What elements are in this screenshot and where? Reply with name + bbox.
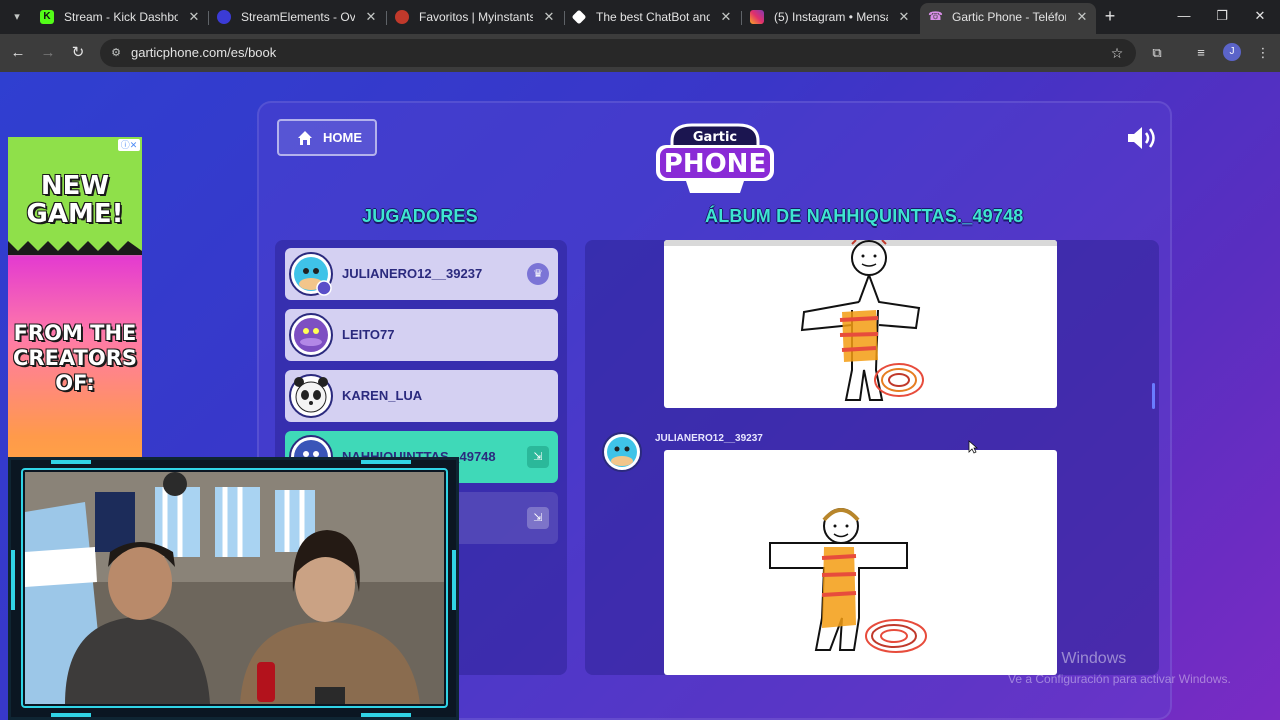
player-avatar bbox=[289, 313, 333, 357]
forward-icon[interactable]: → bbox=[38, 43, 58, 63]
tab-chatbot[interactable]: The best ChatBot and Wid ✕ bbox=[564, 4, 740, 30]
ad-text-2: CREATORS bbox=[12, 346, 138, 370]
tab-title: StreamElements - Overlays bbox=[241, 10, 355, 24]
tab-search-icon[interactable]: ▾ bbox=[8, 8, 26, 26]
mouse-cursor-icon bbox=[968, 440, 978, 454]
address-bar[interactable]: ⚙ garticphone.com/es/book ☆ bbox=[100, 39, 1136, 67]
windows-activation-title: Activar Windows bbox=[1008, 650, 1127, 667]
tab-streamelements[interactable]: StreamElements - Overlays ✕ bbox=[209, 4, 385, 30]
new-tab-button[interactable]: + bbox=[1100, 6, 1120, 26]
sound-icon[interactable] bbox=[1126, 124, 1160, 152]
back-icon[interactable]: ← bbox=[8, 43, 28, 63]
player-avatar bbox=[289, 374, 333, 418]
album-title: ÁLBUM DE NAHHIQUINTTAS._49748 bbox=[705, 206, 1024, 226]
tab-gartic-phone[interactable]: ☎ Gartic Phone - Teléfono De ✕ bbox=[920, 3, 1096, 34]
myinstants-icon bbox=[395, 10, 409, 24]
ad-info-icon[interactable]: ⓘ✕ bbox=[118, 139, 140, 151]
drawing-2-sketch bbox=[769, 508, 927, 653]
entry-author-avatar bbox=[602, 432, 642, 472]
tab-title: Gartic Phone - Teléfono De bbox=[952, 10, 1066, 24]
close-icon[interactable]: ✕ bbox=[896, 4, 912, 30]
url-text: garticphone.com/es/book bbox=[131, 45, 277, 60]
reload-icon[interactable]: ↻ bbox=[68, 43, 88, 63]
ad-headline-1: NEW bbox=[40, 171, 110, 201]
drawing-1 bbox=[664, 240, 1057, 408]
bookmark-star-icon[interactable]: ☆ bbox=[1108, 44, 1126, 62]
close-icon[interactable]: ✕ bbox=[186, 4, 202, 30]
player-card[interactable]: KAREN_LUA bbox=[285, 370, 558, 422]
webcam-overlay bbox=[8, 457, 459, 720]
home-icon bbox=[298, 131, 312, 145]
drawing-2 bbox=[664, 450, 1057, 675]
browser-toolbar: ← → ↻ ⚙ garticphone.com/es/book ☆ ⧉ ≡ J … bbox=[0, 34, 1280, 72]
close-icon[interactable]: ✕ bbox=[1074, 3, 1090, 31]
windows-activation-subtitle: Ve a Configuración para activar Windows. bbox=[1008, 672, 1231, 686]
player-card[interactable]: JULIANERO12__39237 ♛ bbox=[285, 248, 558, 300]
close-icon[interactable]: ✕ bbox=[363, 4, 379, 30]
entry-author-name: JULIANERO12__39237 bbox=[655, 433, 763, 444]
player-name: KAREN_LUA bbox=[342, 388, 423, 403]
gartic-icon: ☎ bbox=[928, 9, 943, 23]
minimize-icon[interactable]: — bbox=[1172, 6, 1196, 26]
menu-icon[interactable]: ⋮ bbox=[1253, 43, 1273, 63]
site-settings-icon[interactable]: ⚙ bbox=[108, 45, 124, 61]
ad-text-1: FROM THE bbox=[13, 321, 137, 345]
profile-avatar[interactable]: J bbox=[1223, 43, 1241, 61]
crown-icon: ♛ bbox=[527, 263, 549, 285]
exit-icon: ⇲ bbox=[527, 507, 549, 529]
ad-headline-2: GAME! bbox=[26, 199, 124, 229]
player-card[interactable]: LEITO77 bbox=[285, 309, 558, 361]
ad-text-3: OF: bbox=[55, 371, 95, 395]
streamelements-icon bbox=[217, 10, 231, 24]
home-label: HOME bbox=[323, 130, 362, 145]
album-scrollbar[interactable] bbox=[1152, 383, 1155, 409]
tab-title: (5) Instagram • Mensajes bbox=[774, 10, 888, 24]
restore-icon[interactable]: ❐ bbox=[1210, 6, 1234, 26]
extensions-icon[interactable]: ⧉ bbox=[1147, 43, 1167, 63]
logo-top-text: Gartic bbox=[693, 130, 737, 145]
tab-instagram[interactable]: (5) Instagram • Mensajes ✕ bbox=[742, 4, 918, 30]
home-button[interactable]: HOME bbox=[277, 119, 377, 156]
tab-title: Favoritos | Myinstants bbox=[419, 10, 533, 24]
tab-kick[interactable]: K Stream - Kick Dashboard ✕ bbox=[32, 4, 208, 30]
zigzag-divider bbox=[8, 241, 142, 255]
player-avatar bbox=[289, 252, 333, 296]
tab-strip: ▾ K Stream - Kick Dashboard ✕ StreamElem… bbox=[0, 0, 1280, 34]
tab-myinstants[interactable]: Favoritos | Myinstants ✕ bbox=[387, 4, 563, 30]
gartic-page: ⓘ✕ NEW GAME! FROM THE CREATORS OF: HOME … bbox=[0, 72, 1280, 720]
close-icon[interactable]: ✕ bbox=[541, 4, 557, 30]
gartic-phone-logo: Gartic PHONE bbox=[656, 123, 774, 193]
window-close-icon[interactable]: ✕ bbox=[1248, 6, 1272, 26]
player-name: LEITO77 bbox=[342, 327, 395, 342]
media-controls-icon[interactable]: ≡ bbox=[1191, 43, 1211, 63]
exit-icon[interactable]: ⇲ bbox=[527, 446, 549, 468]
webcam-frame bbox=[21, 468, 448, 708]
chatbot-icon bbox=[571, 9, 587, 25]
instagram-icon bbox=[750, 10, 764, 24]
players-title: JUGADORES bbox=[362, 206, 478, 226]
tab-title: The best ChatBot and Wid bbox=[596, 10, 710, 24]
kick-icon: K bbox=[40, 10, 54, 24]
tab-title: Stream - Kick Dashboard bbox=[64, 10, 178, 24]
close-icon[interactable]: ✕ bbox=[718, 4, 734, 30]
album-feed[interactable] bbox=[585, 240, 1159, 675]
logo-bottom-text: PHONE bbox=[664, 149, 766, 179]
player-name: JULIANERO12__39237 bbox=[342, 266, 483, 281]
drawing-1-sketch bbox=[664, 240, 1057, 401]
